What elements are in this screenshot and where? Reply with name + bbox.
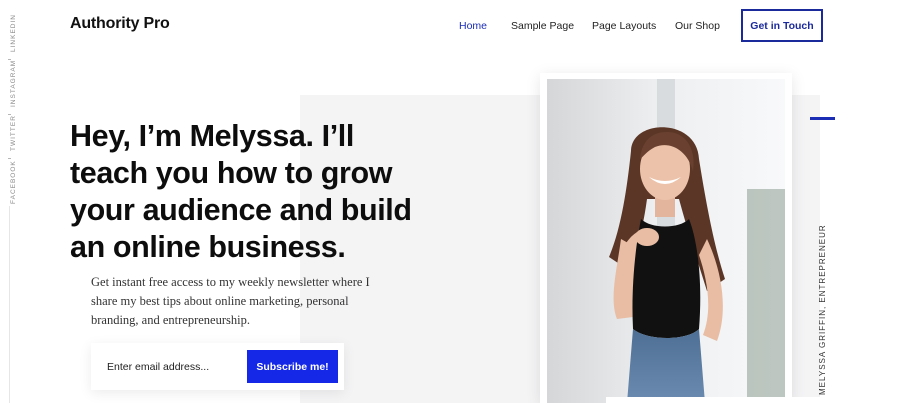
bottom-strip xyxy=(606,397,897,403)
subscribe-button[interactable]: Subscribe me! xyxy=(247,350,338,383)
linkedin-link[interactable]: LINKEDIN xyxy=(10,14,17,52)
social-rail: LINKEDIN INSTAGRAM TWITTER FACEBOOK xyxy=(0,0,20,403)
hero-intro: Get instant free access to my weekly new… xyxy=(91,273,391,330)
portrait-card xyxy=(540,73,792,403)
intro-line: branding, and entrepreneurship. xyxy=(91,313,250,327)
nav-page-layouts[interactable]: Page Layouts xyxy=(592,20,656,32)
rail-divider xyxy=(9,206,10,403)
facebook-link[interactable]: FACEBOOK xyxy=(10,160,17,204)
portrait-photo xyxy=(547,79,785,403)
get-in-touch-button[interactable]: Get in Touch xyxy=(741,9,823,42)
headline-line: Hey, I’m Melyssa. I’ll xyxy=(70,119,354,153)
email-input[interactable] xyxy=(91,343,246,390)
site-logo[interactable]: Authority Pro xyxy=(70,15,170,33)
instagram-link[interactable]: INSTAGRAM xyxy=(10,60,17,107)
nav-our-shop[interactable]: Our Shop xyxy=(675,20,720,32)
newsletter-form: Subscribe me! xyxy=(91,343,344,390)
twitter-link[interactable]: TWITTER xyxy=(10,115,17,151)
portrait-caption: MELYSSA GRIFFIN, ENTREPRENEUR xyxy=(818,224,827,395)
accent-line xyxy=(810,117,835,120)
separator-dot xyxy=(8,158,11,159)
nav-home[interactable]: Home xyxy=(459,20,487,32)
intro-line: Get instant free access to my weekly new… xyxy=(91,275,370,289)
hero-headline: Hey, I’m Melyssa. I’ll teach you how to … xyxy=(70,118,450,266)
headline-line: an online business. xyxy=(70,230,346,264)
intro-line: share my best tips about online marketin… xyxy=(91,294,349,308)
headline-line: your audience and build xyxy=(70,193,412,227)
headline-line: teach you how to grow xyxy=(70,156,393,190)
nav-sample-page[interactable]: Sample Page xyxy=(511,20,574,32)
